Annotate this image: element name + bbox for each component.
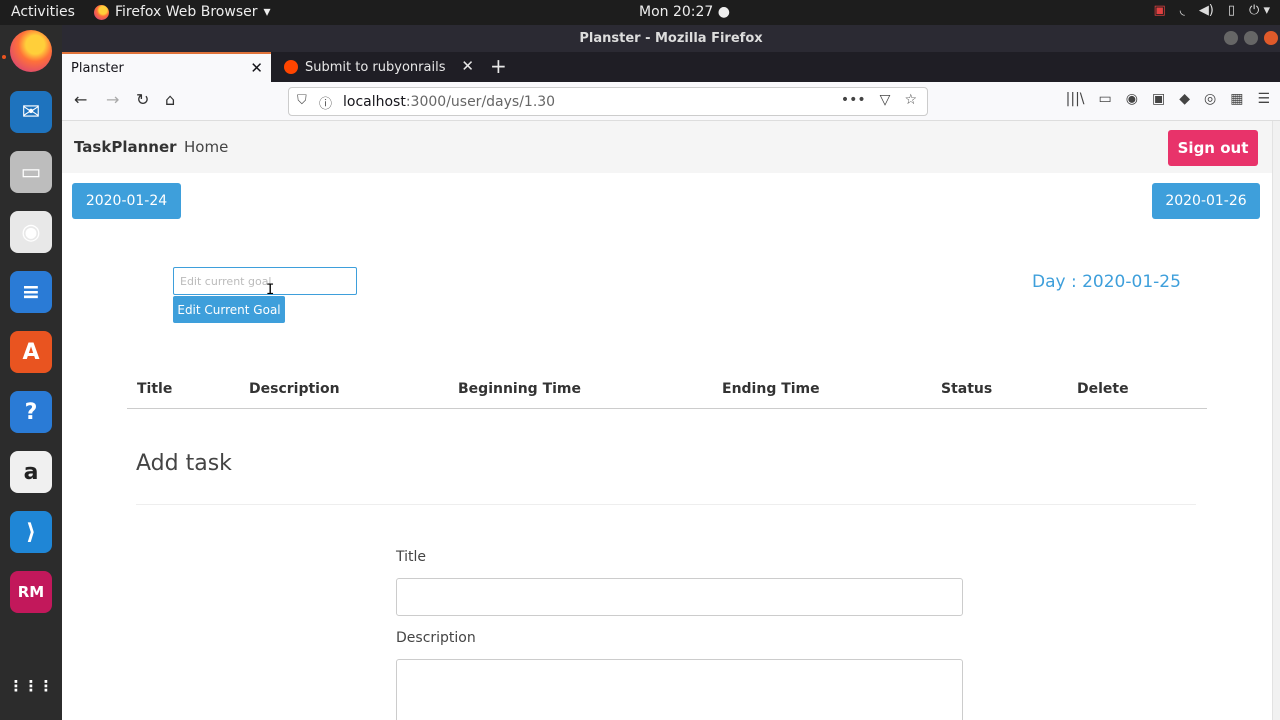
amazon-icon[interactable]: a xyxy=(10,451,52,493)
page-actions-icon[interactable]: ••• xyxy=(841,92,866,108)
column-delete: Delete xyxy=(1077,381,1129,397)
previous-day-button[interactable]: 2020-01-24 xyxy=(72,183,181,219)
column-beginning-time: Beginning Time xyxy=(458,381,582,397)
extension-icon[interactable]: ◎ xyxy=(1204,91,1216,107)
next-day-button[interactable]: 2020-01-26 xyxy=(1152,183,1260,219)
tab-label: Submit to rubyonrails xyxy=(305,59,446,75)
software-icon[interactable]: A xyxy=(10,331,52,373)
day-label: Day : 2020-01-25 xyxy=(1032,272,1181,292)
current-goal-input[interactable] xyxy=(173,267,357,295)
extension-icon[interactable]: ▣ xyxy=(1152,91,1165,107)
firefox-icon xyxy=(94,4,109,20)
menu-icon[interactable]: ☰ xyxy=(1257,91,1270,107)
maximize-icon[interactable] xyxy=(1244,31,1258,45)
firefox-icon[interactable] xyxy=(10,30,52,72)
help-icon[interactable]: ? xyxy=(10,391,52,433)
brand-link[interactable]: TaskPlanner xyxy=(74,138,177,156)
files-icon[interactable]: ▭ xyxy=(10,151,52,193)
close-window-icon[interactable] xyxy=(1264,31,1278,45)
battery-icon[interactable]: ▯ xyxy=(1228,3,1235,18)
system-top-bar: Activities Firefox Web Browser ▾ Mon 20:… xyxy=(0,0,1280,25)
tab-strip: Planster ✕ Submit to rubyonrails ✕ + xyxy=(62,52,1280,82)
writer-icon[interactable]: ≡ xyxy=(10,271,52,313)
app-navbar: TaskPlanner Home Sign out xyxy=(62,121,1272,173)
clock[interactable]: Mon 20:27 ● xyxy=(639,4,730,20)
back-button[interactable]: ← xyxy=(74,90,87,109)
extension-icon[interactable]: ◆ xyxy=(1179,91,1190,107)
add-task-heading: Add task xyxy=(136,451,232,476)
tab-planster[interactable]: Planster ✕ xyxy=(62,52,271,82)
column-status: Status xyxy=(941,381,993,397)
page-content: TaskPlanner Home Sign out 2020-01-24 202… xyxy=(62,121,1272,720)
rhythmbox-icon[interactable]: ◉ xyxy=(10,211,52,253)
camera-icon[interactable]: ▣ xyxy=(1153,3,1165,18)
pocket-icon[interactable]: ▽ xyxy=(880,92,891,108)
new-tab-button[interactable]: + xyxy=(490,54,507,78)
power-icon[interactable]: ⏻ ▾ xyxy=(1249,3,1270,18)
task-title-input[interactable] xyxy=(396,578,963,616)
vscode-icon[interactable]: ⟩ xyxy=(10,511,52,553)
column-description: Description xyxy=(249,381,340,397)
library-icon[interactable]: |||\ xyxy=(1066,91,1085,107)
divider xyxy=(136,504,1196,505)
sidebar-icon[interactable]: ▭ xyxy=(1099,91,1112,107)
thunderbird-icon[interactable]: ✉ xyxy=(10,91,52,133)
edit-current-goal-button[interactable]: Edit Current Goal xyxy=(173,296,285,323)
url-bar[interactable]: ⛉ ⓘ localhost:3000/user/days/1.30 ••• ▽ … xyxy=(288,87,928,116)
column-title: Title xyxy=(137,381,173,397)
title-label: Title xyxy=(396,549,427,565)
tasks-table-header: Title Description Beginning Time Ending … xyxy=(127,376,1207,409)
window-title: Planster - Mozilla Firefox xyxy=(579,31,763,46)
account-icon[interactable]: ◉ xyxy=(1126,91,1138,107)
tab-label: Planster xyxy=(71,60,124,76)
shield-icon[interactable]: ⛉ xyxy=(297,93,307,108)
extension-icon[interactable]: ▦ xyxy=(1230,91,1243,107)
home-link[interactable]: Home xyxy=(184,138,228,156)
home-button[interactable]: ⌂ xyxy=(165,90,175,109)
page-scrollbar[interactable] xyxy=(1272,121,1280,720)
url-text[interactable]: localhost:3000/user/days/1.30 xyxy=(343,94,555,110)
apps-grid-icon[interactable]: ⋮⋮⋮ xyxy=(9,665,54,707)
close-tab-icon[interactable]: ✕ xyxy=(250,59,263,77)
tab-submit-rubyonrails[interactable]: Submit to rubyonrails ✕ xyxy=(274,52,482,82)
task-description-input[interactable] xyxy=(396,659,963,720)
column-ending-time: Ending Time xyxy=(722,381,820,397)
rubymine-icon[interactable]: RM xyxy=(10,571,52,613)
toolbar-icons: |||\ ▭ ◉ ▣ ◆ ◎ ▦ ☰ xyxy=(1066,91,1270,107)
volume-icon[interactable]: ◀) xyxy=(1199,3,1214,18)
reddit-icon xyxy=(284,60,298,74)
sign-out-button[interactable]: Sign out xyxy=(1168,130,1258,166)
reload-button[interactable]: ↻ xyxy=(136,90,149,109)
chevron-down-icon: ▾ xyxy=(263,4,271,20)
window-title-bar: Planster - Mozilla Firefox xyxy=(62,25,1280,52)
activities-button[interactable]: Activities xyxy=(11,4,75,20)
bookmark-star-icon[interactable]: ☆ xyxy=(904,92,917,108)
system-tray[interactable]: ▣ ◟ ◀) ▯ ⏻ ▾ xyxy=(1153,3,1270,18)
info-icon[interactable]: ⓘ xyxy=(319,93,332,112)
minimize-icon[interactable] xyxy=(1224,31,1238,45)
running-indicator xyxy=(2,55,6,59)
app-menu-label: Firefox Web Browser xyxy=(115,4,258,20)
description-label: Description xyxy=(396,630,476,646)
app-menu[interactable]: Firefox Web Browser ▾ xyxy=(94,4,271,20)
close-tab-icon[interactable]: ✕ xyxy=(461,57,474,75)
forward-button[interactable]: → xyxy=(106,90,119,109)
wifi-icon[interactable]: ◟ xyxy=(1180,3,1185,18)
navigation-toolbar: ← → ↻ ⌂ ⛉ ⓘ localhost:3000/user/days/1.3… xyxy=(62,82,1280,121)
dock: ✉ ▭ ◉ ≡ A? a ⟩ RM ⋮⋮⋮ xyxy=(0,25,62,720)
